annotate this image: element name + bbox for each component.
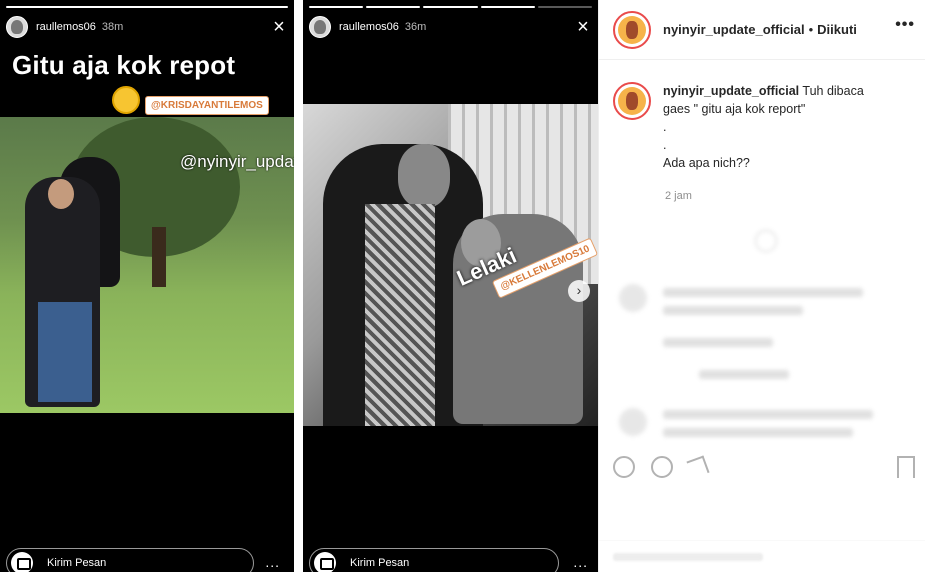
header-separator: • — [808, 22, 814, 37]
comment-avatar — [619, 284, 647, 312]
story-viewer-right[interactable]: raullemos06 36m × Lelaki @KELLENLEMOS10 … — [303, 0, 598, 572]
story-divider — [294, 0, 303, 572]
camera-icon[interactable] — [11, 552, 33, 572]
chevron-right-icon[interactable]: › — [568, 280, 590, 302]
more-dots-icon[interactable]: ... — [265, 554, 280, 570]
story-time: 36m — [404, 21, 427, 33]
heart-icon[interactable] — [613, 456, 635, 478]
progress-segment — [6, 6, 288, 8]
comment-icon[interactable] — [651, 456, 673, 478]
comment-replies-blurred — [699, 370, 789, 379]
comment-text-blurred — [663, 288, 863, 297]
laughing-emoji-icon — [112, 86, 140, 114]
story-username[interactable]: raullemos06 — [36, 21, 96, 33]
close-icon[interactable]: × — [270, 17, 288, 37]
progress-segment — [537, 6, 593, 8]
story-viewer-left[interactable]: raullemos06 38m × Gitu aja kok repot @KR… — [0, 0, 294, 572]
story-progress-bar — [309, 6, 593, 8]
load-more-comments-icon[interactable] — [755, 230, 777, 252]
story-progress-bar — [6, 6, 288, 8]
follow-status[interactable]: Diikuti — [817, 22, 857, 37]
comment-placeholder-blurred — [613, 553, 763, 561]
photo-jeans — [38, 302, 92, 402]
bookmark-icon[interactable] — [897, 456, 915, 478]
photo-scarf — [365, 204, 435, 426]
story-header: raullemos06 38m × — [6, 14, 288, 40]
comments-list — [599, 220, 925, 480]
story-caption-text: Gitu aja kok repot — [12, 50, 236, 80]
comment-meta-blurred — [663, 338, 773, 347]
reply-placeholder: Kirim Pesan — [47, 557, 107, 569]
add-comment-input[interactable] — [599, 540, 925, 572]
photo-tree-trunk — [152, 227, 166, 287]
close-icon[interactable]: × — [574, 17, 592, 37]
likes-count-blurred[interactable] — [613, 490, 660, 504]
photo-face — [398, 144, 450, 208]
story-header: raullemos06 36m × — [309, 14, 592, 40]
post-timestamp-blurred — [613, 512, 641, 523]
story-avatar[interactable] — [309, 16, 331, 38]
reply-input[interactable]: Kirim Pesan — [6, 548, 254, 572]
caption-timestamp: 2 jam — [665, 190, 692, 202]
post-header: nyinyir_update_official • Diikuti ••• — [599, 0, 925, 60]
comment-text-blurred — [663, 410, 873, 419]
profile-avatar[interactable] — [613, 10, 651, 49]
more-dots-icon[interactable]: ... — [573, 554, 588, 570]
caption-line: gaes " gitu aja kok report" — [663, 102, 806, 116]
progress-segment — [309, 6, 364, 8]
caption-line: . — [663, 138, 667, 152]
caption-line: Ada apa nich?? — [663, 156, 750, 170]
story-username[interactable]: raullemos06 — [339, 21, 399, 33]
post-panel: nyinyir_update_official • Diikuti ••• ny… — [598, 0, 925, 572]
caption-line: . — [663, 120, 667, 134]
reply-placeholder: Kirim Pesan — [350, 557, 410, 569]
photo-face — [48, 179, 74, 209]
post-username[interactable]: nyinyir_update_official — [663, 22, 805, 37]
story-time: 38m — [101, 21, 124, 33]
caption-text: nyinyir_update_official Tuh dibaca gaes … — [663, 82, 864, 172]
caption-username[interactable]: nyinyir_update_official — [663, 84, 799, 98]
progress-segment — [366, 6, 421, 8]
story-avatar[interactable] — [6, 16, 28, 38]
caption-line: Tuh dibaca — [802, 84, 864, 98]
watermark-text: @nyinyir_update_official — [180, 152, 294, 171]
post-action-bar — [613, 454, 915, 480]
reply-input[interactable]: Kirim Pesan — [309, 548, 559, 572]
share-icon[interactable] — [686, 455, 710, 479]
progress-segment — [480, 6, 535, 8]
camera-icon[interactable] — [314, 552, 336, 572]
post-caption: nyinyir_update_official Tuh dibaca gaes … — [613, 82, 915, 172]
progress-segment — [423, 6, 478, 8]
mention-sticker[interactable]: @KRISDAYANTILEMOS — [145, 96, 269, 115]
comment-text-blurred — [663, 306, 803, 315]
comment-avatar — [619, 408, 647, 436]
caption-avatar[interactable] — [613, 82, 651, 120]
more-options-icon[interactable]: ••• — [895, 16, 915, 34]
comment-text-blurred — [663, 428, 853, 437]
